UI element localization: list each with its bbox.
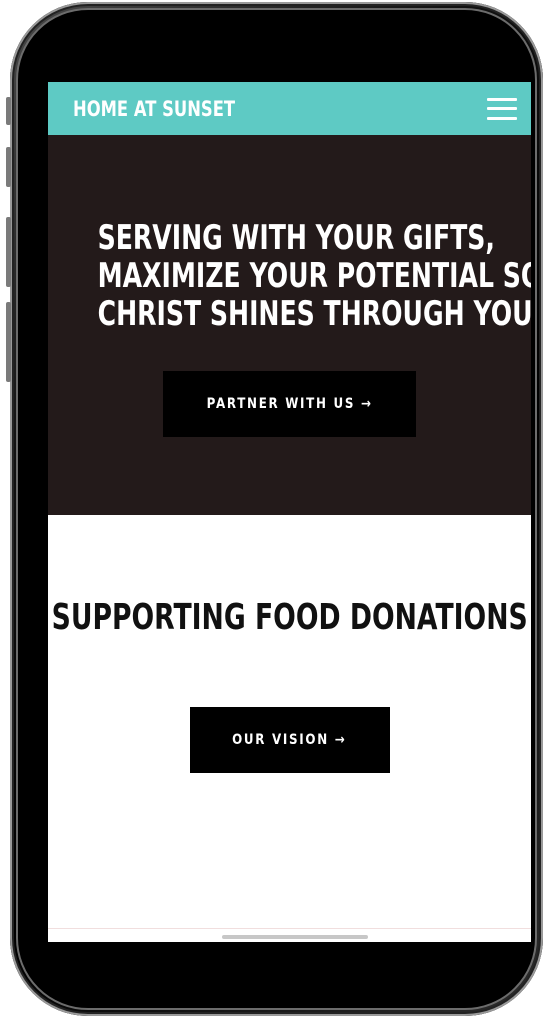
menu-bar: [487, 107, 517, 110]
site-brand[interactable]: HOME AT SUNSET: [73, 97, 235, 121]
hero-title: SERVING WITH YOUR GIFTS, MAXIMIZE YOUR P…: [97, 218, 531, 334]
food-donations-section: SUPPORTING FOOD DONATIONS OUR VISION →: [48, 515, 531, 942]
hamburger-menu-icon[interactable]: [487, 97, 517, 120]
site-header: HOME AT SUNSET: [48, 82, 531, 135]
silent-switch: [6, 97, 11, 125]
our-vision-label: OUR VISION →: [232, 731, 347, 748]
hero-section: SERVING WITH YOUR GIFTS, MAXIMIZE YOUR P…: [48, 135, 531, 515]
menu-bar: [487, 116, 517, 120]
partner-with-us-button[interactable]: PARTNER WITH US →: [163, 371, 416, 437]
menu-bar: [487, 97, 517, 101]
hero-title-line: SERVING WITH YOUR GIFTS,: [97, 218, 495, 258]
volume-down-button: [6, 217, 11, 287]
volume-up-button: [6, 147, 11, 187]
hero-title-line: MAXIMIZE YOUR POTENTIAL SO: [97, 256, 531, 296]
hero-title-line: CHRIST SHINES THROUGH YOU.: [97, 294, 531, 334]
section-title: SUPPORTING FOOD DONATIONS: [51, 597, 528, 638]
our-vision-button[interactable]: OUR VISION →: [189, 706, 390, 773]
partner-with-us-label: PARTNER WITH US →: [206, 396, 373, 412]
home-indicator[interactable]: [222, 935, 368, 939]
phone-screen: HOME AT SUNSET SERVING WITH YOUR GIFTS, …: [48, 82, 531, 942]
divider: [48, 928, 531, 929]
side-button: [6, 302, 11, 382]
